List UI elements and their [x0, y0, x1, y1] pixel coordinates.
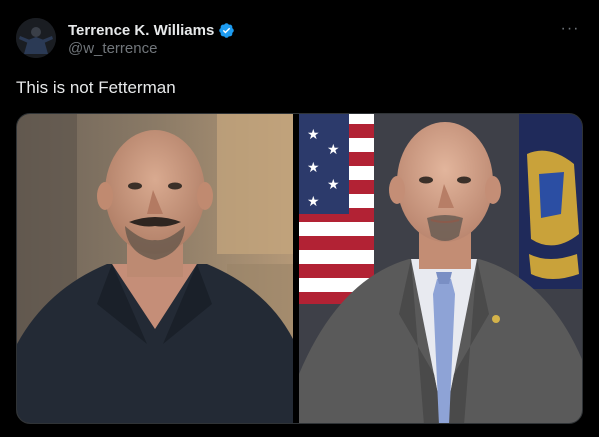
verified-badge-icon — [218, 22, 235, 39]
photo-right[interactable]: ★ ★ ★ ★ ★ — [299, 114, 582, 423]
author-handle[interactable]: @w_terrence — [68, 40, 157, 57]
author-display-name[interactable]: Terrence K. Williams — [68, 22, 214, 39]
tweet-text: This is not Fetterman — [16, 78, 176, 97]
tweet-card: Terrence K. Williams @w_terrence ··· Thi… — [0, 0, 599, 437]
photo-left-image — [17, 114, 293, 423]
photo-left[interactable] — [17, 114, 293, 423]
svg-text:★: ★ — [327, 141, 340, 157]
more-options-icon[interactable]: ··· — [559, 18, 581, 40]
svg-text:★: ★ — [327, 176, 340, 192]
tweet-media[interactable]: ★ ★ ★ ★ ★ — [16, 113, 583, 424]
us-flag: ★ ★ ★ ★ ★ — [299, 114, 374, 304]
svg-text:★: ★ — [307, 126, 320, 142]
author-name-row: Terrence K. Williams — [68, 20, 235, 40]
avatar[interactable] — [16, 18, 56, 58]
avatar-image — [16, 18, 56, 58]
photo-right-image: ★ ★ ★ ★ ★ — [299, 114, 582, 423]
svg-text:★: ★ — [307, 193, 320, 209]
pa-flag — [519, 114, 582, 289]
svg-text:★: ★ — [307, 159, 320, 175]
